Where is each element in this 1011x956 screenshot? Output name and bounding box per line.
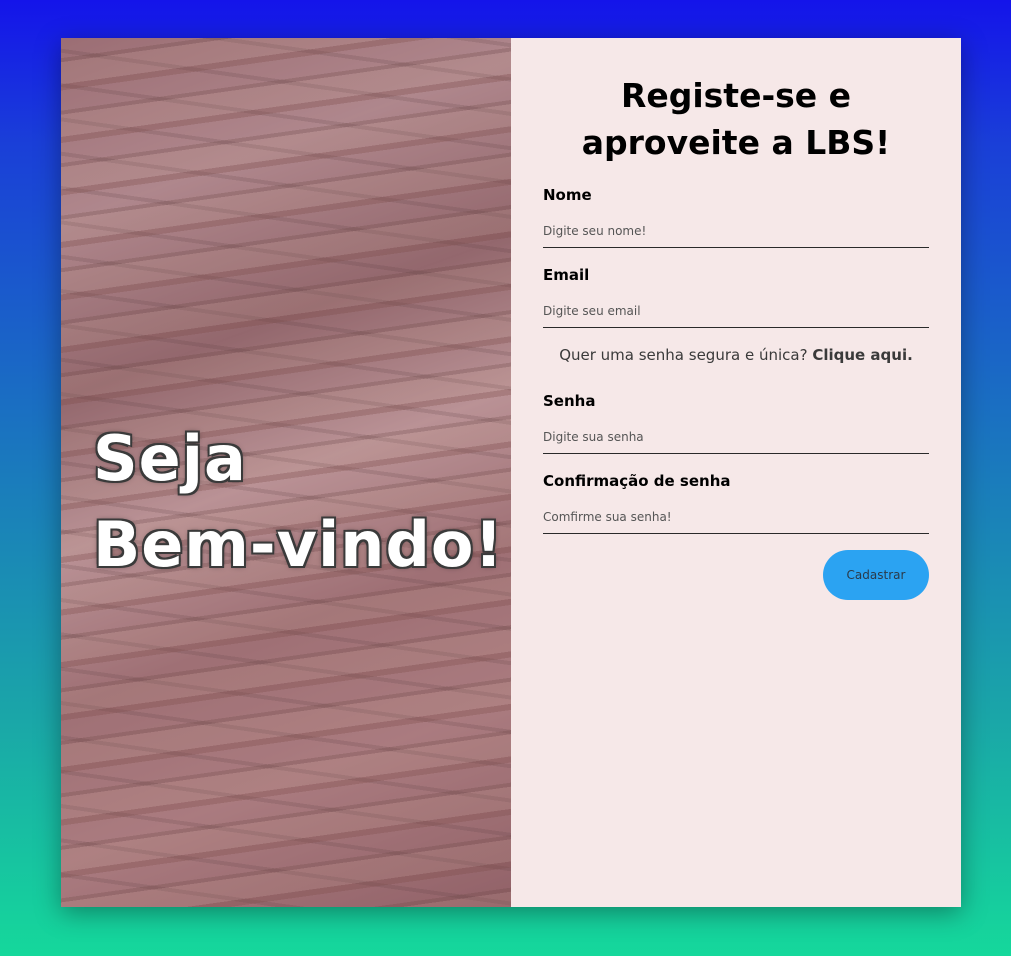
password-generator-link[interactable]: Clique aqui. bbox=[812, 346, 912, 364]
password-field-group: Senha bbox=[543, 392, 929, 454]
name-field-group: Nome bbox=[543, 186, 929, 248]
books-hero-image: Seja Bem-vindo! bbox=[61, 38, 511, 907]
name-input[interactable] bbox=[543, 208, 929, 248]
register-form-panel: Registe-se e aproveite a LBS! Nome Email… bbox=[511, 38, 961, 907]
confirm-password-label: Confirmação de senha bbox=[543, 472, 731, 490]
form-actions: Cadastrar bbox=[543, 550, 929, 600]
password-hint: Quer uma senha segura e única? Clique aq… bbox=[543, 346, 929, 366]
confirm-password-input[interactable] bbox=[543, 494, 929, 534]
email-label: Email bbox=[543, 266, 590, 284]
welcome-line-2: Bem-vindo! bbox=[93, 508, 504, 581]
email-input[interactable] bbox=[543, 288, 929, 328]
welcome-heading: Seja Bem-vindo! bbox=[93, 416, 504, 588]
password-label: Senha bbox=[543, 392, 596, 410]
register-button[interactable]: Cadastrar bbox=[823, 550, 929, 600]
password-hint-text: Quer uma senha segura e única? bbox=[559, 346, 813, 364]
form-title: Registe-se e aproveite a LBS! bbox=[581, 76, 891, 162]
confirm-password-field-group: Confirmação de senha bbox=[543, 472, 929, 534]
name-label: Nome bbox=[543, 186, 592, 204]
password-input[interactable] bbox=[543, 414, 929, 454]
email-field-group: Email bbox=[543, 266, 929, 328]
register-card: Seja Bem-vindo! Registe-se e aproveite a… bbox=[61, 38, 961, 907]
welcome-line-1: Seja bbox=[93, 422, 247, 495]
